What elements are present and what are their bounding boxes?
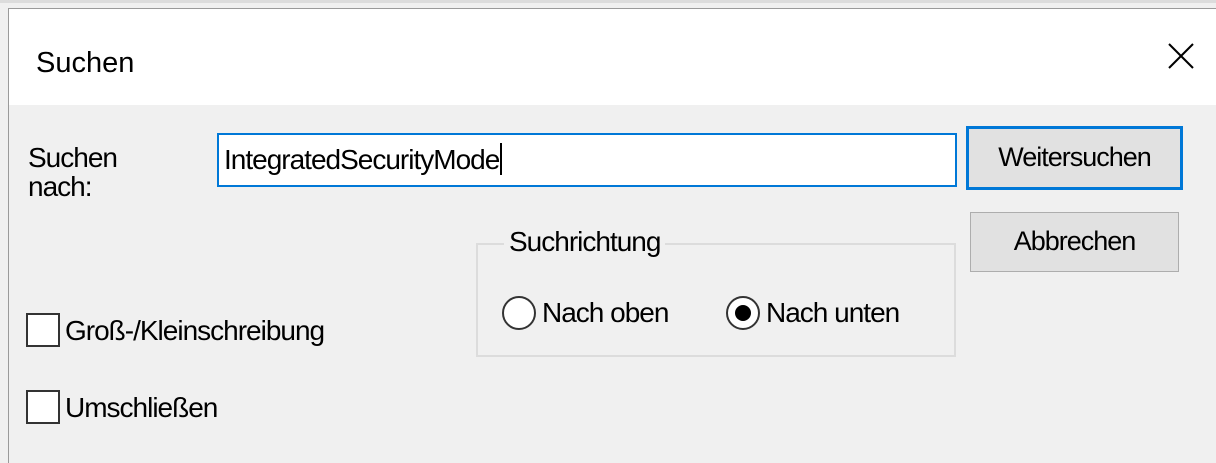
dialog-titlebar: Suchen xyxy=(9,9,1216,105)
window-top-edge xyxy=(0,0,1216,3)
search-label-line2: nach: xyxy=(28,171,92,202)
radio-selected-dot xyxy=(735,305,751,321)
text-caret xyxy=(500,143,503,175)
find-next-button[interactable]: Weitersuchen xyxy=(966,126,1183,190)
match-case-checkbox[interactable] xyxy=(26,313,60,347)
radio-up[interactable] xyxy=(502,296,536,330)
radio-up-label[interactable]: Nach oben xyxy=(542,298,669,328)
radio-down-label[interactable]: Nach unten xyxy=(766,298,900,328)
search-label-line1: Suchen xyxy=(28,142,118,173)
radio-down[interactable] xyxy=(726,296,760,330)
wrap-around-checkbox[interactable] xyxy=(26,390,60,424)
match-case-label[interactable]: Groß-/Kleinschreibung xyxy=(65,316,325,346)
wrap-around-label[interactable]: Umschließen xyxy=(65,393,218,423)
search-input[interactable]: IntegratedSecurityMode xyxy=(217,133,957,187)
search-input-value: IntegratedSecurityMode xyxy=(224,144,500,175)
screenshot-frame: Suchen Suchen nach: IntegratedSecurityMo… xyxy=(0,0,1216,463)
dialog-title: Suchen xyxy=(36,47,135,79)
close-icon xyxy=(1168,43,1194,69)
close-button[interactable] xyxy=(1158,33,1204,79)
direction-legend: Suchrichtung xyxy=(504,226,666,258)
cancel-button[interactable]: Abbrechen xyxy=(970,212,1179,272)
